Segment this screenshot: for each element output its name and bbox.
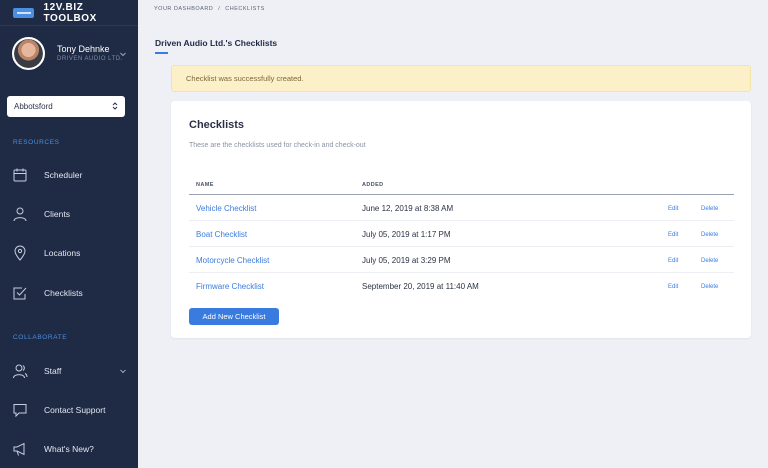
sidebar-item-label: Staff (44, 366, 62, 376)
title-underline (155, 52, 168, 54)
edit-link[interactable]: Edit (668, 284, 678, 290)
sidebar-item-clients[interactable]: Clients (0, 200, 138, 228)
table-row: Motorcycle Checklist July 05, 2019 at 3:… (189, 247, 734, 273)
delete-link[interactable]: Delete (701, 206, 718, 212)
column-header-name: NAME (196, 182, 214, 188)
calendar-icon (13, 168, 27, 182)
delete-link[interactable]: Delete (701, 232, 718, 238)
card-title: Checklists (189, 119, 245, 131)
chevron-down-icon (120, 369, 126, 374)
checklist-added-date: July 05, 2019 at 1:17 PM (362, 230, 451, 239)
breadcrumb-separator: / (218, 6, 221, 12)
breadcrumb-home[interactable]: YOUR DASHBOARD (154, 6, 213, 12)
sidebar-item-label: Checklists (44, 288, 83, 298)
breadcrumb-current: CHECKLISTS (225, 6, 265, 12)
avatar (12, 36, 45, 70)
brand-logo-icon (13, 7, 35, 18)
success-alert: Checklist was successfully created. (171, 65, 751, 92)
location-select-value: Abbotsford (14, 102, 53, 111)
checklist-name-link[interactable]: Vehicle Checklist (196, 204, 256, 213)
sidebar-item-scheduler[interactable]: Scheduler (0, 161, 138, 189)
delete-link[interactable]: Delete (701, 284, 718, 290)
user-company: DRIVEN AUDIO LTD. (57, 56, 123, 62)
sidebar-item-label: Scheduler (44, 170, 83, 180)
users-icon (13, 364, 28, 379)
sidebar-item-label: Contact Support (44, 405, 106, 415)
user-icon (13, 207, 27, 222)
chevron-down-icon[interactable] (119, 50, 127, 58)
delete-link[interactable]: Delete (701, 258, 718, 264)
page-title: Driven Audio Ltd.'s Checklists (155, 38, 278, 48)
table-row: Vehicle Checklist June 12, 2019 at 8:38 … (189, 195, 734, 221)
section-label-resources: RESOURCES (13, 139, 60, 146)
table-header: NAME ADDED (189, 178, 734, 195)
brand-title: 12V.BIZ TOOLBOX (43, 1, 97, 24)
breadcrumb: YOUR DASHBOARD / CHECKLISTS (154, 6, 265, 12)
alert-message: Checklist was successfully created. (186, 74, 304, 83)
column-header-added: ADDED (362, 182, 384, 188)
checklist-added-date: June 12, 2019 at 8:38 AM (362, 204, 454, 213)
sidebar-item-label: What's New? (44, 444, 94, 454)
section-label-collaborate: COLLABORATE (13, 334, 68, 341)
checklist-name-link[interactable]: Motorcycle Checklist (196, 256, 269, 265)
checklists-card: Checklists These are the checklists used… (171, 101, 751, 338)
user-name: Tony Dehnke (57, 44, 110, 54)
select-caret-icon (112, 102, 118, 110)
sidebar-item-checklists[interactable]: Checklists (0, 279, 138, 307)
sidebar-item-label: Clients (44, 209, 70, 219)
sidebar-item-whats-new[interactable]: What's New? (0, 435, 138, 463)
edit-link[interactable]: Edit (668, 232, 678, 238)
map-pin-icon (14, 245, 26, 261)
megaphone-icon (13, 442, 25, 456)
checklist-added-date: July 05, 2019 at 3:29 PM (362, 256, 451, 265)
sidebar: 12V.BIZ TOOLBOX Tony Dehnke DRIVEN AUDIO… (0, 0, 138, 468)
card-description: These are the checklists used for check-… (189, 142, 366, 149)
checklist-icon (13, 287, 27, 300)
sidebar-item-label: Locations (44, 248, 81, 258)
checklist-name-link[interactable]: Firmware Checklist (196, 282, 264, 291)
checklists-table: NAME ADDED Vehicle Checklist June 12, 20… (189, 178, 734, 299)
edit-link[interactable]: Edit (668, 258, 678, 264)
chat-bubble-icon (13, 404, 27, 418)
checklist-added-date: September 20, 2019 at 11:40 AM (362, 282, 479, 291)
checklist-name-link[interactable]: Boat Checklist (196, 230, 247, 239)
sidebar-item-contact-support[interactable]: Contact Support (0, 396, 138, 424)
add-new-checklist-button[interactable]: Add New Checklist (189, 308, 279, 325)
sidebar-item-staff[interactable]: Staff (0, 357, 138, 385)
brand[interactable]: 12V.BIZ TOOLBOX (0, 0, 138, 26)
edit-link[interactable]: Edit (668, 206, 678, 212)
table-row: Firmware Checklist September 20, 2019 at… (189, 273, 734, 299)
sidebar-item-locations[interactable]: Locations (0, 239, 138, 267)
user-profile[interactable]: Tony Dehnke DRIVEN AUDIO LTD. (0, 26, 138, 80)
location-select[interactable]: Abbotsford (7, 96, 125, 117)
table-row: Boat Checklist July 05, 2019 at 1:17 PM … (189, 221, 734, 247)
